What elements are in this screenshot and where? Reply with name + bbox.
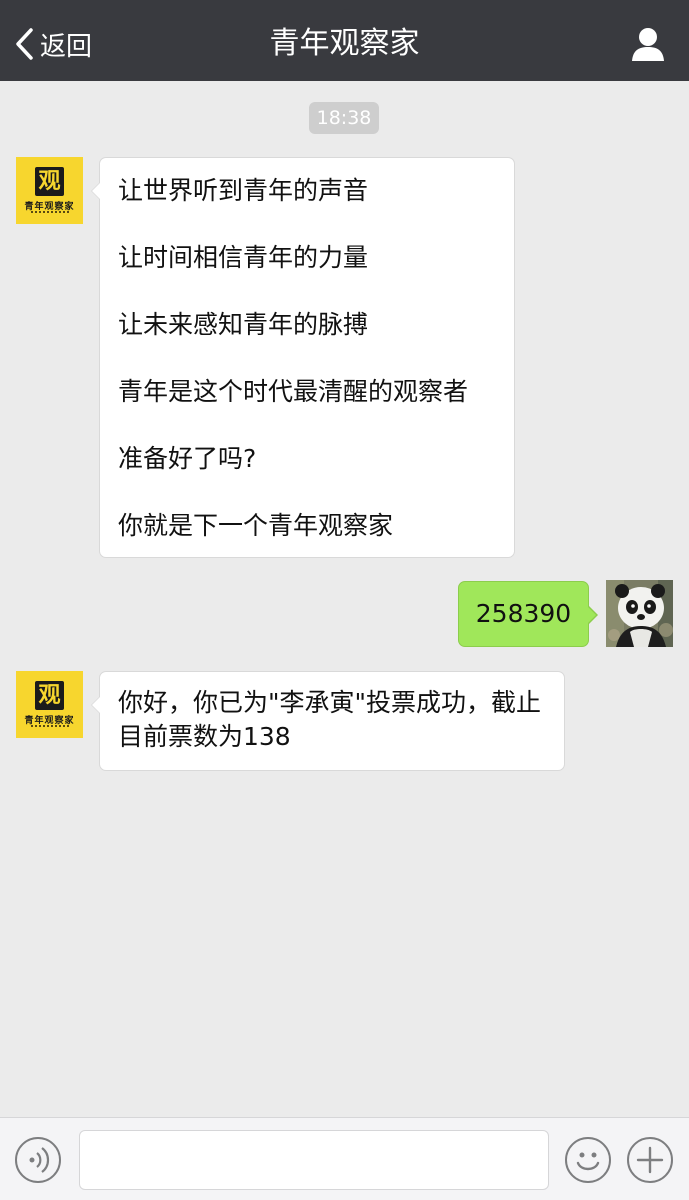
back-button[interactable]: 返回 [14, 22, 92, 66]
chat-title: 青年观察家 [269, 26, 420, 61]
user-avatar[interactable] [606, 580, 673, 647]
panda-avatar-image [606, 580, 673, 647]
voice-icon [29, 1147, 50, 1173]
official-account-avatar[interactable]: 观 青年观察家 [16, 671, 83, 738]
chevron-left-icon [16, 28, 33, 60]
plus-icon [636, 1146, 664, 1174]
message-timestamp: 18:38 [309, 102, 379, 134]
message-text: 你好，你已为"李承寅"投票成功，截止目前票数为138 [118, 688, 541, 751]
profile-button[interactable] [631, 26, 665, 62]
nav-bar: 返回 青年观察家 [0, 0, 689, 81]
message-line: 你就是下一个青年观察家 [118, 511, 394, 540]
chat-input-bar [0, 1117, 689, 1200]
smiley-icon [576, 1152, 600, 1171]
message-line: 让时间相信青年的力量 [118, 243, 369, 272]
outgoing-message-bubble[interactable]: 258390 [458, 581, 598, 647]
incoming-message-bubble[interactable]: 你好，你已为"李承寅"投票成功，截止目前票数为138 [91, 671, 565, 771]
message-input[interactable] [79, 1130, 549, 1190]
message-line: 准备好了吗? [118, 444, 257, 473]
chat-screen: 返回 青年观察家 18:38 观 青年观察家 让世界听到青年的声音 让时间相信青… [0, 0, 689, 1200]
emoji-button[interactable] [565, 1137, 611, 1183]
more-functions-button[interactable] [627, 1137, 673, 1183]
logo-mark: 观 [35, 167, 64, 196]
message-line: 青年是这个时代最清醒的观察者 [118, 377, 469, 406]
incoming-message-bubble[interactable]: 让世界听到青年的声音 让时间相信青年的力量 让未来感知青年的脉搏 青年是这个时代… [91, 157, 515, 558]
message-line: 让世界听到青年的声音 [118, 176, 369, 205]
logo-subtext-decoration [16, 211, 83, 214]
logo-mark: 观 [35, 681, 64, 710]
voice-input-button[interactable] [15, 1137, 61, 1183]
official-account-avatar[interactable]: 观 青年观察家 [16, 157, 83, 224]
message-line: 让未来感知青年的脉搏 [118, 310, 369, 339]
logo-subtext-decoration [16, 725, 83, 728]
back-label: 返回 [40, 31, 93, 62]
person-icon [632, 28, 664, 61]
